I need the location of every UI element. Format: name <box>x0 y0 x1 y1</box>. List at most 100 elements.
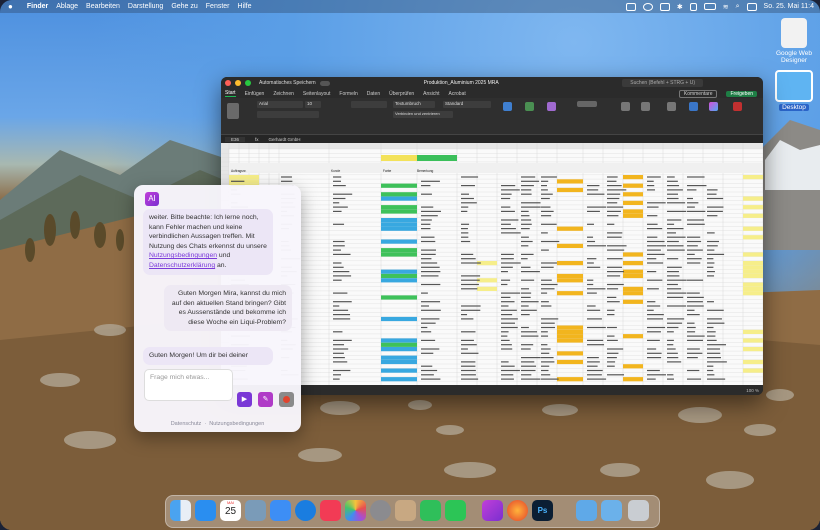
sort-filter-icon[interactable] <box>621 102 630 111</box>
paste-icon[interactable] <box>227 103 239 119</box>
finder-icon[interactable] <box>170 500 191 521</box>
cell-text-mark <box>421 262 438 264</box>
font-size-select[interactable]: 10 <box>305 101 321 108</box>
zoom-button[interactable] <box>245 80 251 86</box>
photoshop-icon[interactable]: Ps <box>532 500 553 521</box>
formula-value[interactable]: Gerhardt GmbH <box>269 137 301 142</box>
excel-search[interactable]: Suchen (Befehl + STRG + U) <box>622 79 703 87</box>
status-cell <box>381 226 417 231</box>
copilot-icon[interactable] <box>709 102 718 111</box>
number-format-select[interactable]: Standard <box>443 101 491 108</box>
record-button[interactable] <box>279 392 294 407</box>
cell-text-mark <box>521 374 532 376</box>
tab-formeln[interactable]: Formeln <box>339 91 357 97</box>
footer-terms-link[interactable]: Nutzungsbedingungen <box>209 421 264 427</box>
footer-privacy-link[interactable]: Datenschutz <box>171 421 202 427</box>
privacy-link[interactable]: Datenschutzerklärung <box>149 262 215 269</box>
close-button[interactable] <box>225 80 231 86</box>
comments-button[interactable]: Kommentare <box>678 89 718 98</box>
terms-link[interactable]: Nutzungsbedingungen <box>149 252 217 259</box>
cell-styles-icon[interactable] <box>547 102 556 111</box>
delivery-cell <box>623 269 643 274</box>
calendar-icon[interactable]: MAI 25 <box>220 500 241 521</box>
tab-acrobat[interactable]: Acrobat <box>449 91 466 97</box>
find-select-icon[interactable] <box>641 102 650 111</box>
font-style-buttons[interactable] <box>257 111 319 118</box>
add-ins-icon[interactable] <box>667 102 676 111</box>
share-button[interactable]: Freigeben <box>726 90 757 97</box>
send-button[interactable]: ▶ <box>237 392 252 407</box>
tab-ueberpruefen[interactable]: Überprüfen <box>389 91 414 97</box>
firefox-icon[interactable] <box>507 500 528 521</box>
format-table-icon[interactable] <box>525 102 534 111</box>
conditional-format-icon[interactable] <box>503 102 512 111</box>
pen-icon[interactable]: ✎ <box>258 392 273 407</box>
status-icon-4[interactable] <box>689 2 697 11</box>
numbers-icon[interactable] <box>420 500 441 521</box>
menubar-clock[interactable]: So. 25. Mai 11:4 <box>764 3 814 10</box>
name-box[interactable]: E36 <box>225 136 246 142</box>
cell-text-mark <box>587 279 594 281</box>
menu-darstellung[interactable]: Darstellung <box>128 3 163 10</box>
trash-icon[interactable] <box>628 500 649 521</box>
delivery-cell <box>623 213 643 218</box>
insert-cells-icon[interactable] <box>577 101 597 107</box>
wrap-text-button[interactable]: Textumbruch <box>393 101 435 108</box>
bluetooth-icon[interactable]: ✱ <box>677 3 683 11</box>
wifi-icon[interactable]: ≋ <box>723 3 729 11</box>
header-farbe[interactable]: Farbe <box>383 169 391 173</box>
tab-ansicht[interactable]: Ansicht <box>423 91 439 97</box>
font-name-select[interactable]: Arial <box>257 101 303 108</box>
merge-center-button[interactable]: Verbinden und zentrieren <box>393 111 453 118</box>
desktop-icon-desktop-folder[interactable]: Desktop <box>764 70 820 111</box>
menu-finder[interactable]: Finder <box>27 3 48 10</box>
search-icon[interactable]: ⌕ <box>736 3 740 11</box>
analyze-data-icon[interactable] <box>689 102 698 111</box>
whatsapp-icon[interactable] <box>445 500 466 521</box>
menu-fenster[interactable]: Fenster <box>206 3 230 10</box>
header-bemerkung[interactable]: Bemerkung <box>417 169 433 173</box>
cell-text-mark <box>647 288 659 290</box>
alignment-buttons[interactable] <box>351 101 387 108</box>
chat-input[interactable]: Frage mich etwas... <box>144 369 233 401</box>
autosave-toggle[interactable] <box>319 80 330 86</box>
menu-ablage[interactable]: Ablage <box>56 3 78 10</box>
tab-zeichnen[interactable]: Zeichnen <box>273 91 294 97</box>
apple-menu-icon[interactable]: ● <box>8 2 13 11</box>
menu-hilfe[interactable]: Hilfe <box>238 3 252 10</box>
tab-start[interactable]: Start <box>225 90 236 97</box>
menu-gehe-zu[interactable]: Gehe zu <box>171 3 197 10</box>
cell-text-mark <box>521 185 534 187</box>
header-auftrag[interactable]: Auftragsnr. <box>231 169 246 173</box>
cell-text-mark <box>333 262 342 264</box>
contacts-icon[interactable] <box>395 500 416 521</box>
desktop-icon-google-web-designer[interactable]: Google Web Designer <box>764 18 820 64</box>
tab-seitenlayout[interactable]: Seitenlayout <box>303 91 331 97</box>
safari-icon[interactable] <box>295 500 316 521</box>
folder-icon[interactable] <box>576 500 597 521</box>
control-center-icon[interactable] <box>746 2 757 11</box>
tab-daten[interactable]: Daten <box>367 91 380 97</box>
tab-einfuegen[interactable]: Einfügen <box>245 91 265 97</box>
cell-text-mark <box>687 296 704 298</box>
preview-icon[interactable] <box>245 500 266 521</box>
mail-icon[interactable] <box>270 500 291 521</box>
status-icon-1[interactable] <box>625 2 636 11</box>
status-icon-3[interactable] <box>659 2 670 11</box>
header-kunde[interactable]: Kunde <box>331 169 340 173</box>
settings-icon[interactable] <box>370 500 391 521</box>
zoom-level[interactable]: 100 % <box>746 388 759 393</box>
battery-icon[interactable] <box>703 3 716 10</box>
mira-app-icon[interactable] <box>482 500 503 521</box>
minimize-button[interactable] <box>235 80 241 86</box>
app-store-icon[interactable] <box>195 500 216 521</box>
autosave-label[interactable]: Automatisches Speichern <box>259 80 316 86</box>
music-icon[interactable] <box>320 500 341 521</box>
status-icon-2[interactable] <box>642 2 653 11</box>
menu-bearbeiten[interactable]: Bearbeiten <box>86 3 120 10</box>
spreadsheet-grid[interactable]: Auftragsnr. Kunde Farbe Bemerkung <box>221 143 763 385</box>
photos-icon[interactable] <box>345 500 366 521</box>
pdf-icon[interactable] <box>733 102 742 111</box>
cell-text-mark <box>687 219 705 221</box>
downloads-icon[interactable] <box>601 500 622 521</box>
